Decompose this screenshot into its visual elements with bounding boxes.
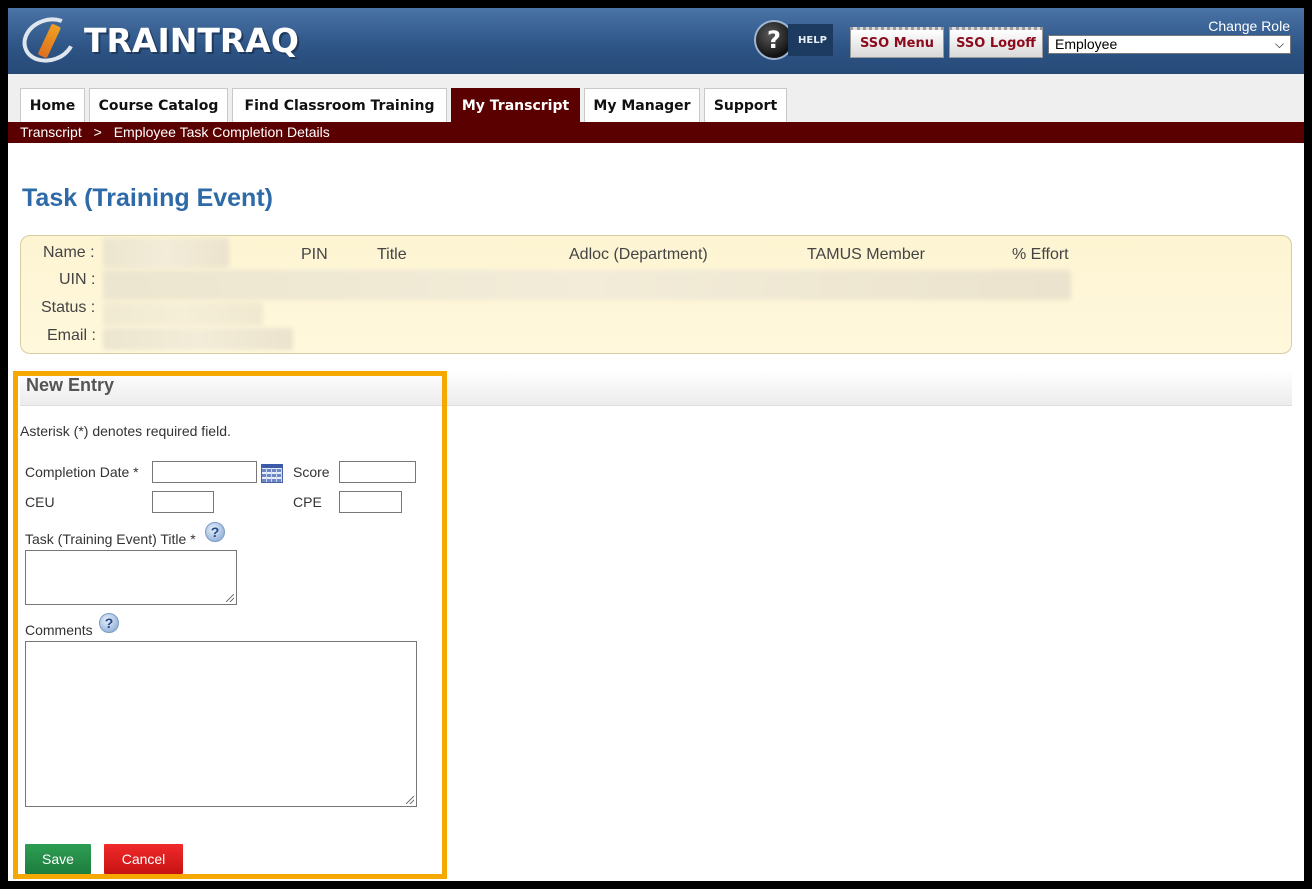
- effort-column-header: % Effort: [1012, 246, 1069, 263]
- role-select[interactable]: Employee ⌵: [1048, 35, 1291, 54]
- employee-info-panel: Name : UIN : Status : Email : PIN Title …: [20, 235, 1292, 354]
- tab-home[interactable]: Home: [20, 88, 85, 122]
- tab-find-classroom-training[interactable]: Find Classroom Training: [232, 88, 447, 122]
- redacted-name: [103, 238, 229, 268]
- score-input[interactable]: [339, 461, 416, 483]
- main-nav-tabs: Home Course Catalog Find Classroom Train…: [8, 74, 1304, 122]
- email-label: Email :: [47, 327, 96, 344]
- comments-textarea[interactable]: [25, 641, 417, 807]
- status-label: Status :: [41, 299, 96, 316]
- score-label: Score: [293, 464, 330, 480]
- cancel-button[interactable]: Cancel: [104, 844, 183, 874]
- uin-label: UIN :: [59, 271, 96, 288]
- tab-my-transcript[interactable]: My Transcript: [451, 88, 580, 122]
- adloc-column-header: Adloc (Department): [569, 246, 708, 263]
- redacted-details-row: [103, 270, 1071, 300]
- role-select-value: Employee: [1055, 36, 1118, 52]
- redacted-email: [103, 328, 293, 350]
- app-window: TRAINTRAQ ? HELP SSO Menu SSO Logoff Cha…: [8, 8, 1304, 881]
- task-title-help-icon[interactable]: ?: [205, 522, 225, 542]
- name-label: Name :: [43, 244, 95, 261]
- tab-support[interactable]: Support: [704, 88, 787, 122]
- redacted-status: [103, 302, 263, 326]
- pin-column-header: PIN: [301, 246, 328, 263]
- chevron-down-icon: ⌵: [1274, 37, 1284, 51]
- task-title-label: Task (Training Event) Title *: [25, 531, 196, 547]
- change-role-label: Change Role: [1208, 18, 1290, 34]
- completion-date-input[interactable]: [152, 461, 257, 483]
- pencil-logo-icon: [16, 10, 82, 70]
- logo-text: TRAINTRAQ: [84, 20, 299, 60]
- help-button[interactable]: ? HELP: [754, 20, 833, 60]
- comments-label: Comments: [25, 622, 93, 638]
- help-label: HELP: [788, 24, 833, 56]
- breadcrumb-current: Employee Task Completion Details: [113, 124, 330, 140]
- completion-date-label: Completion Date *: [25, 464, 139, 480]
- calendar-icon[interactable]: [261, 464, 283, 483]
- sso-menu-button[interactable]: SSO Menu: [850, 27, 944, 58]
- breadcrumb: Transcript > Employee Task Completion De…: [8, 122, 1304, 143]
- save-button[interactable]: Save: [25, 844, 91, 874]
- task-title-textarea[interactable]: [25, 550, 237, 605]
- title-column-header: Title: [377, 246, 407, 263]
- tab-my-manager[interactable]: My Manager: [584, 88, 700, 122]
- ceu-label: CEU: [25, 494, 55, 510]
- breadcrumb-transcript-link[interactable]: Transcript: [20, 124, 82, 140]
- cpe-input[interactable]: [339, 491, 402, 513]
- comments-help-icon[interactable]: ?: [99, 613, 119, 633]
- new-entry-title: New Entry: [26, 375, 115, 395]
- traintraq-logo[interactable]: TRAINTRAQ: [16, 10, 299, 70]
- required-field-note: Asterisk (*) denotes required field.: [20, 423, 231, 439]
- tab-course-catalog[interactable]: Course Catalog: [89, 88, 228, 122]
- new-entry-header: New Entry: [20, 370, 1292, 406]
- tamus-member-column-header: TAMUS Member: [807, 246, 925, 263]
- breadcrumb-separator: >: [93, 124, 102, 140]
- page-title: Task (Training Event): [22, 184, 273, 212]
- top-header: TRAINTRAQ ? HELP SSO Menu SSO Logoff Cha…: [8, 8, 1304, 74]
- ceu-input[interactable]: [152, 491, 214, 513]
- sso-logoff-button[interactable]: SSO Logoff: [949, 27, 1043, 58]
- cpe-label: CPE: [293, 494, 322, 510]
